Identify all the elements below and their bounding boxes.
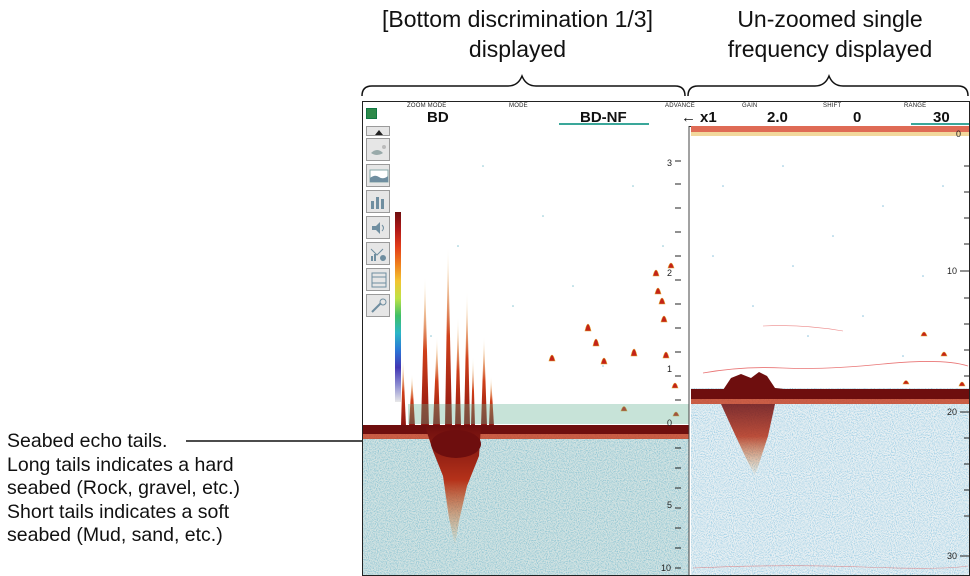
rf-scale-label-10: 10 [947,266,958,276]
bd-seabed-line [363,425,689,434]
shift-value[interactable]: 0 [853,109,861,126]
annotation-line-2: Long tails indicates a hard [7,453,234,476]
bd-seabed-edge [363,434,689,439]
gain-value[interactable]: 2.0 [767,109,788,126]
range-underline [911,123,969,125]
annotation-line-4: Short tails indicates a soft [7,500,230,523]
seabed-icon [369,169,389,183]
rf-seabed-edge [691,399,969,404]
bd-sub-bottom-tint [363,438,689,575]
fish-echo-icon [371,145,386,155]
annotation-line-3: seabed (Rock, gravel, etc.) [7,477,241,499]
status-bar: ZOOM MODE BD MODE BD-NF ADVANCE ← x1 GAI… [363,102,969,127]
bar-graph-button[interactable] [366,190,390,213]
bd-near-bottom-band [408,404,689,424]
rf-scale-label-20: 20 [947,407,958,417]
range-label: RANGE [904,103,927,109]
volume-button[interactable] [366,216,390,239]
bd-scale-label-2: 2 [667,268,673,278]
zoom-mode-value[interactable]: BD [427,109,449,126]
echogram-screen: ZOOM MODE BD MODE BD-NF ADVANCE ← x1 GAI… [362,101,970,576]
arrow-left-icon: ← [681,109,696,126]
film-icon [371,272,387,288]
right-brace [687,73,969,97]
rf-scale-label-30: 30 [947,551,958,561]
speaker-icon [372,222,384,234]
annotation-line-5: seabed (Mud, sand, etc.) [7,524,223,546]
fish-echo-button[interactable] [366,138,390,161]
histogram-button[interactable] [366,242,390,265]
seabed-annotation: Seabed echo tails. Long tails indicates … [7,430,240,548]
bar-graph-icon [371,197,384,209]
gain-label: GAIN [742,103,758,109]
annotation-line-1: Seabed echo tails. [7,430,168,452]
bd-scale-label-5: 5 [667,500,673,510]
film-button[interactable] [366,268,390,291]
shift-label: SHIFT [823,103,842,109]
tools-icon [371,298,387,313]
scroll-up-button[interactable] [366,126,390,136]
tools-button[interactable] [366,294,390,317]
color-bar [395,212,401,402]
rf-surface-band [691,126,969,132]
rf-scale-label-0: 0 [956,129,962,139]
bd-scale-label-10: 10 [661,563,672,573]
bd-scale-label-3: 3 [667,158,673,168]
scroll-up-icon [375,130,383,135]
home-icon[interactable] [366,108,377,119]
mode-underline [559,123,649,125]
advance-value[interactable]: x1 [700,109,717,126]
seabed-button[interactable] [366,164,390,187]
rf-surface-band-2 [691,132,969,136]
bd-scale-label-0: 0 [667,418,673,428]
rf-seabed-line [691,389,969,399]
rf-water-column [691,126,969,388]
left-brace [361,73,686,97]
histogram-icon [370,248,386,261]
bd-scale-label-1: 1 [667,364,673,374]
mode-label: MODE [509,103,528,109]
